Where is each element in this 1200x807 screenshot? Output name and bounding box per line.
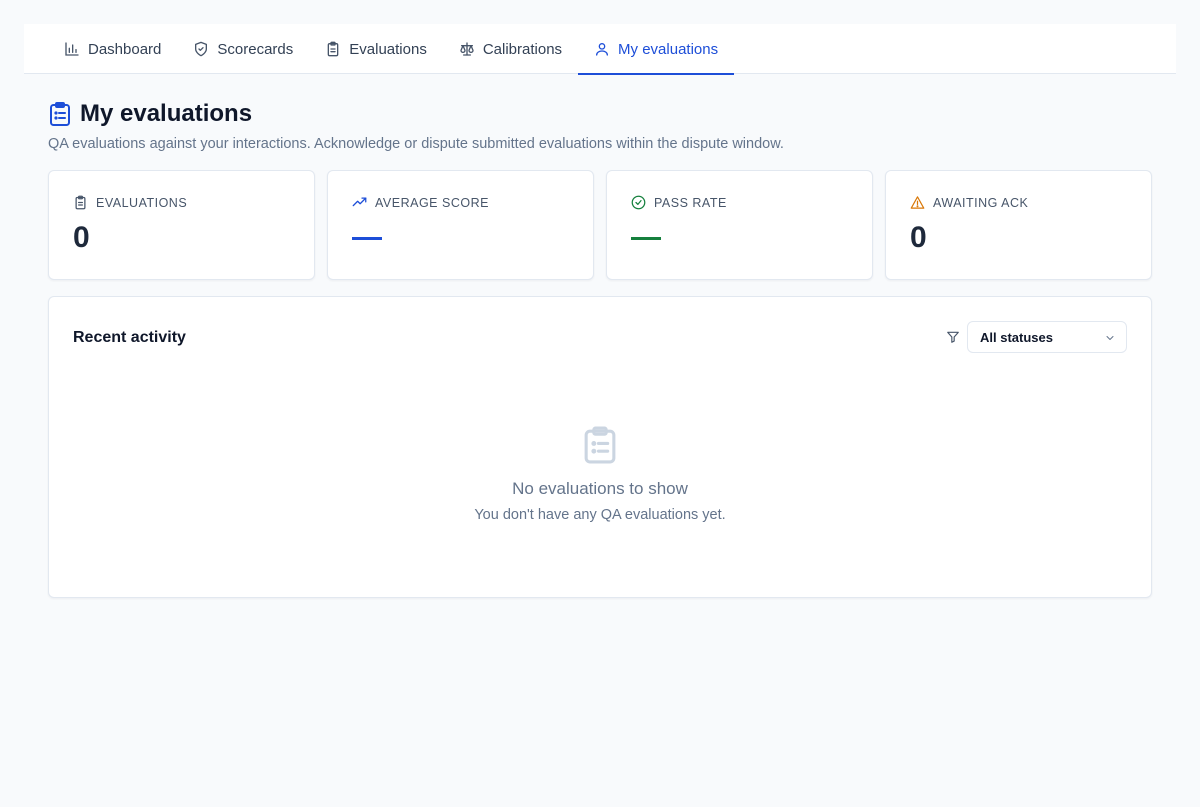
tab-label: My evaluations	[618, 40, 719, 58]
stat-card-pass-rate: PASS RATE	[606, 170, 873, 280]
tab-label: Evaluations	[349, 40, 427, 58]
bar-chart-icon	[65, 42, 79, 56]
tab-label: Dashboard	[88, 40, 162, 58]
stat-value-empty	[352, 237, 382, 240]
status-filter-value: All statuses	[980, 329, 1053, 345]
tab-label: Scorecards	[217, 40, 294, 58]
chevron-down-icon	[1106, 336, 1114, 340]
recent-activity-panel: Recent activity All statuses No evaluati…	[48, 296, 1152, 598]
stat-value: 0	[910, 221, 927, 254]
tab-calibrations[interactable]: Calibrations	[443, 24, 578, 74]
stat-card-average-score: AVERAGE SCORE	[327, 170, 594, 280]
empty-state: No evaluations to show You don't have an…	[49, 425, 1151, 523]
user-icon	[596, 43, 609, 56]
panel-title: Recent activity	[73, 329, 186, 346]
page-subtitle: QA evaluations against your interactions…	[48, 136, 784, 152]
stat-value-empty	[631, 237, 661, 240]
stat-label: AWAITING ACK	[910, 195, 1028, 210]
tab-label: Calibrations	[482, 40, 563, 58]
filter-icon	[947, 331, 959, 343]
page-header: My evaluations	[48, 100, 252, 128]
stat-value: 0	[73, 221, 90, 254]
tab-dashboard[interactable]: Dashboard	[48, 24, 177, 74]
top-navigation: Dashboard Scorecards Evaluations Calibra…	[24, 24, 1176, 75]
scale-icon	[460, 42, 474, 56]
stat-label: PASS RATE	[631, 195, 727, 210]
status-filter-select[interactable]: All statuses	[967, 321, 1127, 353]
empty-state-title: No evaluations to show	[512, 479, 688, 498]
page-title: My evaluations	[80, 100, 253, 127]
alert-triangle-icon	[910, 196, 925, 209]
nav-tabs: Dashboard Scorecards Evaluations Calibra…	[48, 24, 735, 75]
clipboard-icon	[327, 41, 339, 57]
tab-evaluations[interactable]: Evaluations	[309, 24, 443, 74]
empty-state-text: You don't have any QA evaluations yet.	[474, 507, 726, 523]
tab-my-evaluations[interactable]: My evaluations	[578, 24, 735, 75]
clipboard-icon	[584, 426, 616, 464]
shield-check-icon	[195, 41, 208, 57]
stat-label-text: PASS RATE	[654, 195, 727, 210]
check-circle-icon	[631, 195, 646, 210]
stat-label-text: EVALUATIONS	[96, 195, 188, 210]
trending-up-icon	[352, 197, 367, 207]
stat-card-awaiting-ack: AWAITING ACK 0	[885, 170, 1152, 280]
stat-label: EVALUATIONS	[73, 195, 187, 210]
clipboard-icon	[75, 195, 86, 210]
stat-label-text: AVERAGE SCORE	[375, 195, 489, 210]
stat-card-evaluations: EVALUATIONS 0	[48, 170, 315, 280]
stat-label: AVERAGE SCORE	[352, 195, 489, 210]
stat-label-text: AWAITING ACK	[933, 195, 1029, 210]
stat-cards: EVALUATIONS 0 AVERAGE SCORE PASS RATE AW…	[48, 170, 1152, 280]
tab-scorecards[interactable]: Scorecards	[177, 24, 309, 74]
clipboard-icon	[50, 102, 70, 126]
